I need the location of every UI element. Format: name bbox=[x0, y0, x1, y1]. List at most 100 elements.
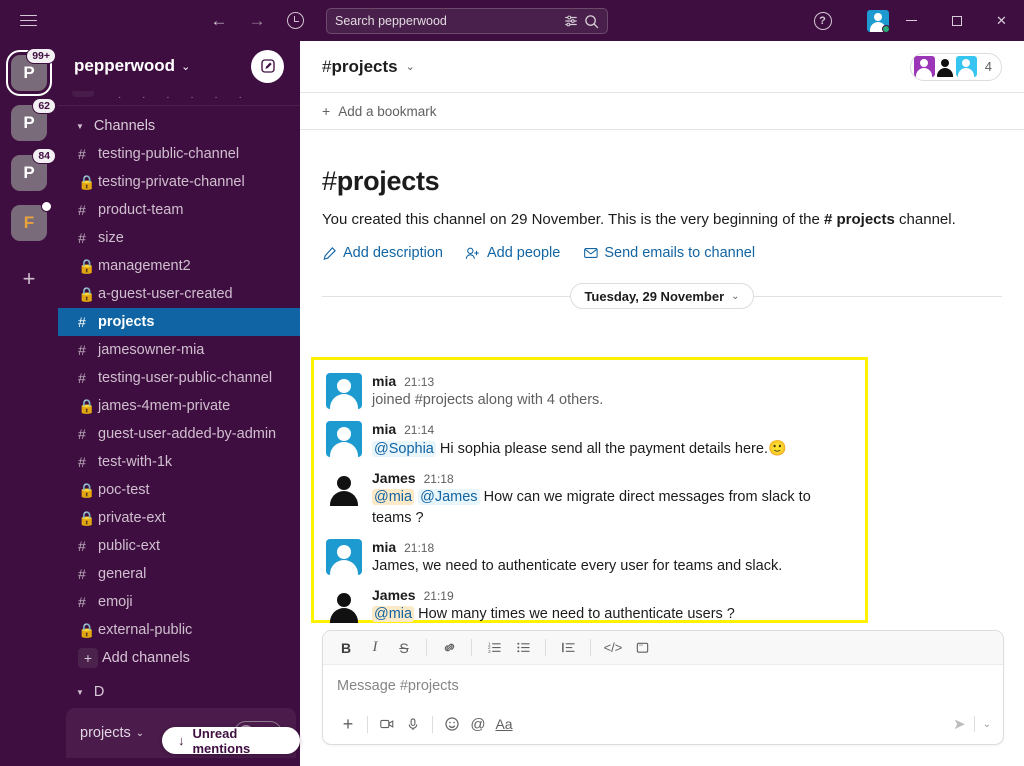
clock-icon[interactable] bbox=[284, 10, 306, 32]
message-item[interactable]: James 21:19 @mia How many times we need … bbox=[314, 582, 865, 630]
date-label: Tuesday, 29 November bbox=[584, 288, 725, 304]
avatar bbox=[955, 56, 977, 77]
maximize-button[interactable] bbox=[934, 0, 979, 41]
message-item[interactable]: mia 21:14 @Sophia Hi sophia please send … bbox=[314, 416, 865, 465]
bold-icon[interactable]: B bbox=[333, 635, 359, 661]
ordered-list-icon[interactable]: 123 bbox=[481, 635, 507, 661]
workspace-name[interactable]: pepperwood bbox=[74, 56, 175, 76]
sidebar-item-management2[interactable]: 🔒 management2 bbox=[58, 252, 300, 280]
plus-icon[interactable]: + bbox=[322, 103, 330, 119]
composer-toolbar: B I S 123 </> "" bbox=[323, 631, 1003, 665]
sidebar-item-test-with-1k[interactable]: # test-with-1k bbox=[58, 448, 300, 476]
channel-intro-name: projects bbox=[336, 166, 440, 196]
avatar[interactable] bbox=[326, 470, 362, 506]
sidebar-item-emoji[interactable]: # emoji bbox=[58, 588, 300, 616]
message-text: @Sophia Hi sophia please send all the pa… bbox=[372, 438, 853, 460]
mention-icon[interactable]: @ bbox=[465, 711, 491, 737]
sidebar-item-testing-user-public-channel[interactable]: # testing-user-public-channel bbox=[58, 364, 300, 392]
blockquote-icon[interactable] bbox=[555, 635, 581, 661]
message-author[interactable]: mia bbox=[372, 539, 396, 555]
send-icon[interactable]: ➤ bbox=[953, 715, 966, 733]
help-icon[interactable]: ? bbox=[800, 0, 845, 41]
sidebar-item-testing-public-channel[interactable]: # testing-public-channel bbox=[58, 140, 300, 168]
sidebar-item-a-guest-user-created[interactable]: 🔒 a-guest-user-created bbox=[58, 280, 300, 308]
add-people-button[interactable]: Add people bbox=[465, 245, 560, 261]
code-icon[interactable]: </> bbox=[600, 635, 626, 661]
workspace-switcher-item[interactable]: F bbox=[11, 201, 52, 241]
workspace-switcher-item[interactable]: P 84 bbox=[11, 148, 56, 191]
unread-badge: 62 bbox=[32, 98, 56, 114]
workspace-switcher-item[interactable]: P 99+ bbox=[6, 48, 56, 96]
sidebar-section-channels[interactable]: ▼ Channels bbox=[58, 112, 300, 140]
unread-mentions-button[interactable]: ↓ Unread mentions bbox=[162, 726, 300, 756]
message-author[interactable]: mia bbox=[372, 373, 396, 389]
format-text-icon[interactable]: Aa bbox=[491, 711, 517, 737]
bulleted-list-icon[interactable] bbox=[510, 635, 536, 661]
chevron-down-icon[interactable]: ⌄ bbox=[136, 728, 144, 739]
hamburger-icon[interactable] bbox=[0, 0, 56, 41]
sidebar-item-james-4mem-private[interactable]: 🔒 james-4mem-private bbox=[58, 392, 300, 420]
message-author[interactable]: James bbox=[372, 587, 416, 603]
mention-james[interactable]: @James bbox=[418, 489, 480, 505]
member-count-button[interactable]: 4 bbox=[909, 52, 1002, 81]
sidebar-item-jamesowner-mia[interactable]: # jamesowner-mia bbox=[58, 336, 300, 364]
sidebar-item-guest-user-added-by-admin[interactable]: # guest-user-added-by-admin bbox=[58, 420, 300, 448]
sidebar-item-external-public[interactable]: 🔒 external-public bbox=[58, 616, 300, 644]
sidebar-item-private-ext[interactable]: 🔒 private-ext bbox=[58, 504, 300, 532]
chevron-down-icon[interactable]: ⌄ bbox=[983, 719, 991, 730]
avatar[interactable] bbox=[326, 587, 362, 623]
sidebar-item-product-team[interactable]: # product-team bbox=[58, 196, 300, 224]
message-author[interactable]: mia bbox=[372, 421, 396, 437]
message-input[interactable]: Message #projects bbox=[323, 665, 1003, 694]
date-chip[interactable]: Tuesday, 29 November ⌄ bbox=[570, 283, 754, 309]
mention-mia[interactable]: @mia bbox=[372, 606, 415, 622]
arrow-down-icon: ↓ bbox=[178, 733, 185, 748]
message-item[interactable]: James 21:18 @mia @James How can we migra… bbox=[314, 465, 865, 534]
sidebar-item-testing-private-channel[interactable]: 🔒 testing-private-channel bbox=[58, 168, 300, 196]
add-workspace-button[interactable]: + bbox=[11, 261, 47, 297]
italic-icon[interactable]: I bbox=[362, 635, 388, 661]
video-icon[interactable] bbox=[374, 711, 400, 737]
sidebar-item-public-ext[interactable]: # public-ext bbox=[58, 532, 300, 560]
close-button[interactable]: ✕ bbox=[979, 0, 1024, 41]
avatar[interactable] bbox=[326, 539, 362, 575]
workspace-switcher-item[interactable]: P 62 bbox=[11, 98, 56, 141]
sidebar-item-general[interactable]: # general bbox=[58, 560, 300, 588]
add-channels-button[interactable]: + Add channels bbox=[58, 644, 300, 672]
chevron-down-icon[interactable]: ⌄ bbox=[181, 60, 190, 73]
code-block-icon[interactable]: "" bbox=[629, 635, 655, 661]
sidebar-section-direct-messages[interactable]: ▼ D bbox=[58, 678, 300, 706]
add-description-button[interactable]: Add description bbox=[322, 245, 443, 261]
send-emails-button[interactable]: Send emails to channel bbox=[582, 245, 755, 261]
sidebar-item-size[interactable]: # size bbox=[58, 224, 300, 252]
avatar[interactable] bbox=[867, 9, 889, 32]
sidebar-item-projects[interactable]: # projects bbox=[58, 308, 300, 336]
message-item[interactable]: mia 21:18 James, we need to authenticate… bbox=[314, 534, 865, 582]
arrow-left-icon[interactable]: ← bbox=[208, 10, 230, 32]
add-bookmark-button[interactable]: Add a bookmark bbox=[338, 104, 436, 119]
emoji-icon[interactable] bbox=[439, 711, 465, 737]
minimize-button[interactable] bbox=[889, 0, 934, 41]
page-title[interactable]: #projects bbox=[322, 57, 398, 77]
avatar[interactable] bbox=[326, 421, 362, 457]
mention-sophia[interactable]: @Sophia bbox=[372, 441, 436, 457]
sidebar-item-poc-test[interactable]: 🔒 poc-test bbox=[58, 476, 300, 504]
message-author[interactable]: James bbox=[372, 470, 416, 486]
search-icon[interactable] bbox=[584, 14, 599, 29]
search-filter-icon[interactable] bbox=[564, 14, 578, 28]
avatar[interactable] bbox=[326, 373, 362, 409]
chevron-down-icon[interactable]: ⌄ bbox=[406, 60, 415, 73]
channel-label: testing-user-public-channel bbox=[98, 370, 273, 386]
arrow-right-icon[interactable]: → bbox=[246, 10, 268, 32]
hash-icon: # bbox=[78, 230, 86, 246]
message-item[interactable]: mia 21:13 joined #projects along with 4 … bbox=[314, 368, 865, 416]
message-composer[interactable]: B I S 123 </> "" Message #projects + @ A… bbox=[322, 630, 1004, 745]
plus-icon[interactable]: + bbox=[335, 711, 361, 737]
mention-mia[interactable]: @mia bbox=[372, 489, 415, 505]
link-icon[interactable] bbox=[436, 635, 462, 661]
search-input[interactable]: Search pepperwood bbox=[326, 8, 608, 34]
compose-icon[interactable] bbox=[251, 49, 284, 83]
microphone-icon[interactable] bbox=[400, 711, 426, 737]
channel-list[interactable]: · · · · · · ▼ Channels # testing-public-c… bbox=[58, 91, 300, 716]
strikethrough-icon[interactable]: S bbox=[391, 635, 417, 661]
